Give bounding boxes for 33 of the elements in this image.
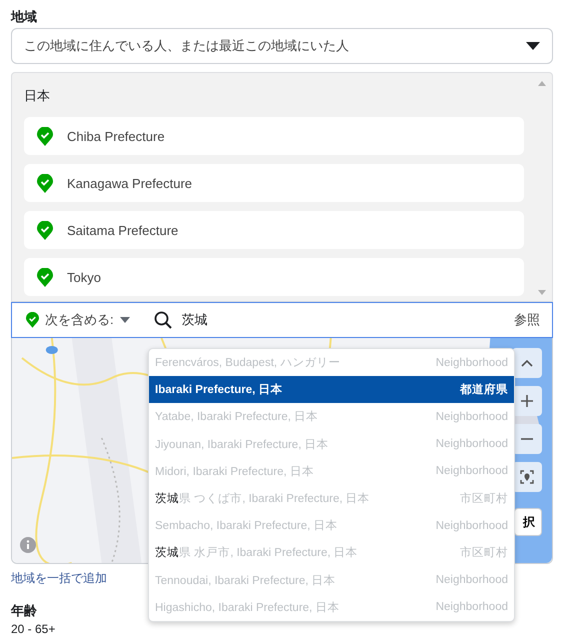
include-dropdown[interactable]: 次を含める: [45, 311, 114, 329]
pin-check-icon [37, 126, 53, 146]
age-range: 20 - 65+ [11, 622, 56, 635]
pin-check-icon [37, 268, 53, 286]
zoom-out-button[interactable] [512, 424, 542, 454]
location-item[interactable]: Tokyo [24, 258, 524, 296]
pin-check-icon [37, 220, 53, 240]
search-icon [154, 311, 172, 329]
chevron-up-icon [521, 360, 533, 366]
suggestion-item[interactable]: Ibaraki Prefecture, 日本 都道府県 [149, 376, 514, 404]
pin-check-icon [37, 174, 53, 192]
audience-select[interactable]: この地域に住んでいる人、または最近この地域にいた人 [11, 28, 553, 64]
info-icon[interactable] [20, 537, 36, 553]
caret-icon [526, 42, 540, 50]
pin-check-icon [26, 312, 39, 328]
search-input[interactable]: 茨城 [178, 312, 508, 328]
locate-button[interactable] [512, 462, 542, 492]
section-label: 地域 [11, 8, 37, 26]
country-label: 日本 [24, 87, 51, 105]
location-item[interactable]: Kanagawa Prefecture [24, 164, 524, 202]
suggestion-item[interactable]: 茨城県 水戸市, Ibaraki Prefecture, 日本 市区町村 [149, 539, 514, 566]
select-button[interactable]: 択 [514, 508, 542, 536]
plus-icon [521, 395, 533, 407]
location-item[interactable]: Saitama Prefecture [24, 211, 524, 249]
zoom-in-button[interactable] [512, 386, 542, 416]
browse-link[interactable]: 参照 [514, 311, 540, 329]
pan-up-button[interactable] [512, 348, 542, 378]
location-item[interactable]: Chiba Prefecture [24, 117, 524, 155]
location-pin-icon [520, 470, 534, 484]
minus-icon [521, 438, 533, 440]
section-label: 年齢 [11, 602, 37, 620]
suggestion-item[interactable]: 茨城県 つくば市, Ibaraki Prefecture, 日本 市区町村 [149, 484, 514, 512]
caret-icon[interactable] [120, 317, 130, 323]
